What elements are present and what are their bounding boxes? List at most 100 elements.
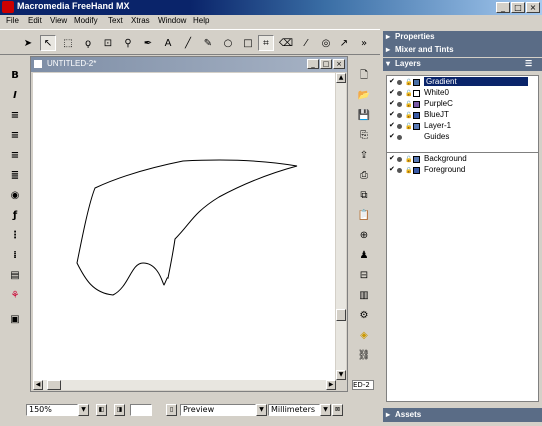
layer-color-swatch[interactable]	[413, 79, 420, 86]
units-field[interactable]: Millimeters	[268, 404, 320, 416]
menu-xtras[interactable]: Xtras	[131, 16, 150, 25]
eye-icon[interactable]	[397, 135, 402, 140]
layer-row[interactable]: ✔ 🔒 Foreground	[387, 165, 537, 176]
layer-row[interactable]: ✔ Guides	[387, 132, 537, 143]
rows-icon[interactable]: ⁞	[7, 248, 23, 264]
copy-icon[interactable]: ⧉	[356, 188, 372, 204]
scroll-down-button[interactable]: ▼	[336, 370, 346, 380]
menu-help[interactable]: Help	[193, 16, 209, 25]
layer-color-swatch[interactable]	[413, 156, 420, 163]
page-tool-icon[interactable]: ⬚	[60, 35, 76, 51]
open-icon[interactable]: 📂	[356, 88, 372, 104]
layer-row[interactable]: ✔ 🔓 BlueJT	[387, 110, 537, 121]
fit-page-icon[interactable]: ⊠	[332, 404, 343, 416]
doc-minimize-button[interactable]: _	[307, 59, 319, 69]
menu-text[interactable]: Text	[108, 16, 123, 25]
layer-color-swatch[interactable]	[413, 101, 420, 108]
drawn-shape[interactable]	[33, 73, 335, 380]
import-icon[interactable]: ⎘	[356, 128, 372, 144]
link-icon[interactable]: ⛓	[356, 348, 372, 364]
page-icon[interactable]: ▯	[166, 404, 177, 416]
panel-options-icon[interactable]: ☰	[525, 59, 532, 68]
scroll-right-button[interactable]: ▶	[326, 380, 336, 390]
layers-panel-header[interactable]: ▾ Layers ☰	[383, 58, 542, 71]
layer-row[interactable]: ✔ 🔓 Layer-1	[387, 121, 537, 132]
scroll-left-button[interactable]: ◀	[33, 380, 43, 390]
more-tools-icon[interactable]: »	[356, 35, 372, 51]
zoom-field[interactable]: 150%	[26, 404, 78, 416]
align-icon[interactable]: ⊟	[356, 268, 372, 284]
zoom-dropdown-icon[interactable]: ▼	[78, 404, 89, 416]
knife-tool-icon[interactable]: ⁄	[298, 35, 314, 51]
menu-edit[interactable]: Edit	[28, 16, 42, 25]
mixer-panel-header[interactable]: ▸ Mixer and Tints	[383, 44, 542, 57]
pencil-tool-icon[interactable]: ✎	[200, 35, 216, 51]
lock-icon[interactable]: 🔓	[405, 123, 412, 130]
user-icon[interactable]: ♟	[356, 248, 372, 264]
effects-icon[interactable]: ◈	[356, 328, 372, 344]
assets-panel-header[interactable]: ▸ Assets	[383, 408, 542, 422]
horizontal-scrollbar[interactable]: ◀ ▶	[33, 380, 336, 390]
next-page-icon[interactable]: ◨	[114, 404, 125, 416]
bold-icon[interactable]: B	[7, 68, 23, 84]
doc-maximize-button[interactable]: □	[320, 59, 332, 69]
group-icon[interactable]: ⊕	[356, 228, 372, 244]
layer-color-swatch[interactable]	[413, 90, 420, 97]
page-number-field[interactable]	[130, 404, 152, 416]
line-tool-icon[interactable]: ╱	[180, 35, 196, 51]
columns-icon[interactable]: ⋮	[7, 228, 23, 244]
eye-icon[interactable]	[397, 102, 402, 107]
print-icon[interactable]: ⎙	[356, 168, 372, 184]
ellipse-tool-icon[interactable]: ○	[220, 35, 236, 51]
maximize-button[interactable]: □	[511, 2, 525, 13]
view-mode-dropdown-icon[interactable]: ▼	[256, 404, 267, 416]
export-icon[interactable]: ⇪	[356, 148, 372, 164]
menu-view[interactable]: View	[50, 16, 67, 25]
lasso-tool-icon[interactable]: ϙ	[80, 35, 96, 51]
vertical-scroll-thumb[interactable]	[336, 309, 346, 321]
doc-close-button[interactable]: ×	[333, 59, 345, 69]
text-tool-icon[interactable]: A	[160, 35, 176, 51]
eraser-tool-icon[interactable]: ⌫	[278, 35, 294, 51]
scale-tool-icon[interactable]: ⊡	[100, 35, 116, 51]
minimize-button[interactable]: _	[496, 2, 510, 13]
properties-panel-header[interactable]: ▸ Properties	[383, 31, 542, 44]
close-button[interactable]: ×	[526, 2, 540, 13]
library-icon[interactable]: ▥	[356, 288, 372, 304]
align-center-icon[interactable]: ≡	[7, 128, 23, 144]
layer-row[interactable]: ✔ 🔓 PurpleC	[387, 99, 537, 110]
lock-icon[interactable]: 🔓	[405, 79, 412, 86]
text-wrap-icon[interactable]: ▣	[7, 312, 23, 328]
text-skew-icon[interactable]: ƒ	[7, 208, 23, 224]
pointer-tool-icon[interactable]: ➤	[20, 35, 36, 51]
symbol-icon[interactable]: ⚙	[356, 308, 372, 324]
justify-icon[interactable]: ≣	[7, 168, 23, 184]
layer-color-swatch[interactable]	[413, 123, 420, 130]
zoom-tool-icon[interactable]: ◎	[318, 35, 334, 51]
horizontal-scroll-thumb[interactable]	[47, 380, 61, 390]
document-tab[interactable]: ED-2	[352, 380, 374, 390]
layer-row[interactable]: ✔ 🔓 Background	[387, 154, 537, 165]
rectangle-tool-icon[interactable]: □	[240, 35, 256, 51]
layer-row[interactable]: ✔ 🔓 Gradient	[387, 77, 537, 88]
align-left-icon[interactable]: ≡	[7, 108, 23, 124]
eye-icon[interactable]	[397, 157, 402, 162]
subselect-tool-icon[interactable]: ↖	[40, 35, 56, 51]
new-document-icon[interactable]: 🗋	[356, 68, 372, 84]
view-mode-field[interactable]: Preview	[180, 404, 256, 416]
save-icon[interactable]: 💾	[356, 108, 372, 124]
text-effect-icon[interactable]: ◉	[7, 188, 23, 204]
text-block-icon[interactable]: ▤	[7, 268, 23, 284]
lock-icon[interactable]: 🔓	[405, 90, 412, 97]
scroll-up-button[interactable]: ▲	[336, 73, 346, 83]
eye-icon[interactable]	[397, 91, 402, 96]
drawing-canvas[interactable]	[33, 73, 335, 380]
lock-icon[interactable]: 🔒	[405, 167, 412, 174]
pen-tool-icon[interactable]: ✒	[140, 35, 156, 51]
menu-modify[interactable]: Modify	[74, 16, 98, 25]
menu-window[interactable]: Window	[158, 16, 186, 25]
layer-color-swatch[interactable]	[413, 112, 420, 119]
eye-icon[interactable]	[397, 80, 402, 85]
vertical-scrollbar[interactable]: ▲ ▼	[336, 73, 346, 380]
lock-icon[interactable]: 🔓	[405, 112, 412, 119]
